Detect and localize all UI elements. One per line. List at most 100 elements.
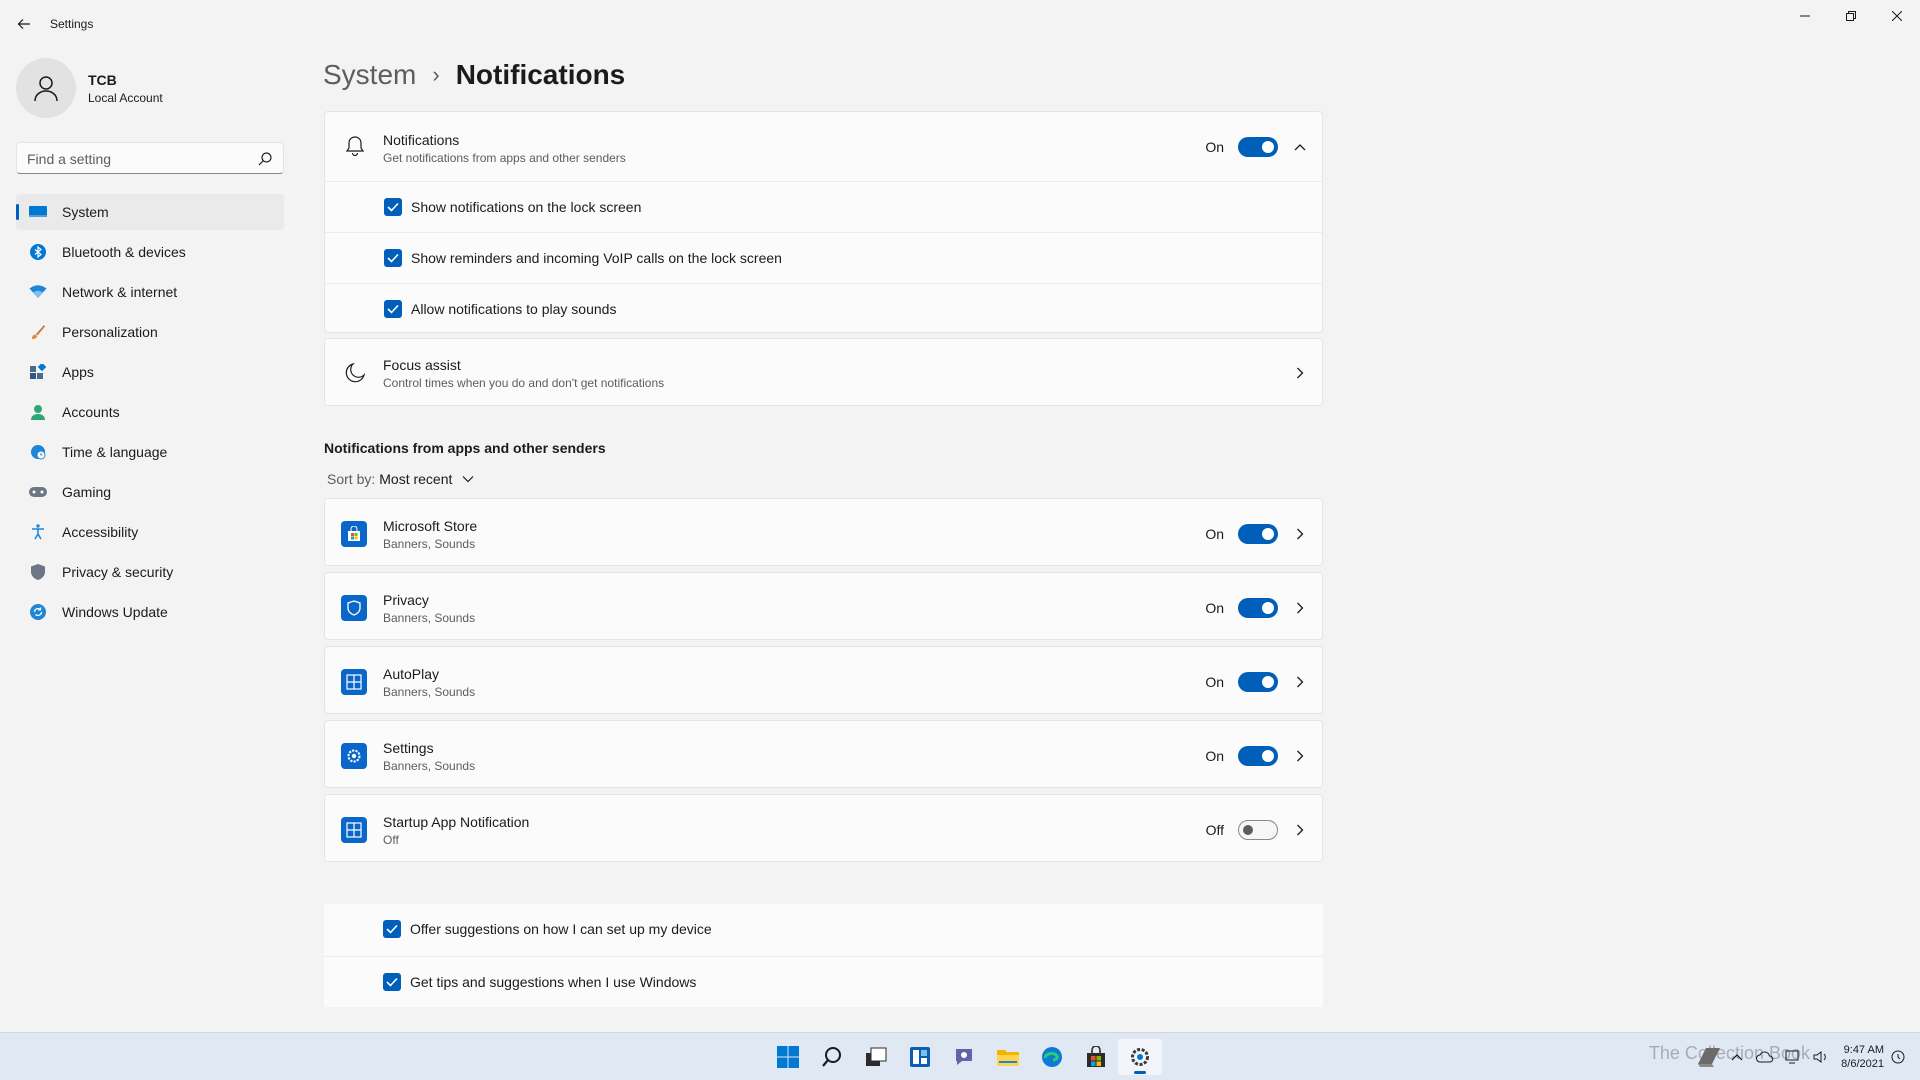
search-icon[interactable] (810, 1039, 854, 1075)
title-bar: Settings (0, 0, 1920, 48)
chevron-right-icon[interactable] (1292, 748, 1308, 764)
sidebar-item-time-language[interactable]: Time & language (16, 434, 284, 470)
file-explorer-icon[interactable] (986, 1039, 1030, 1075)
app-title: Settings (50, 17, 94, 31)
app-name: Settings (383, 740, 434, 756)
chevron-up-icon[interactable] (1723, 1043, 1751, 1071)
sidebar-item-network[interactable]: Network & internet (16, 274, 284, 310)
sounds-checkbox[interactable] (384, 300, 402, 318)
sidebar-item-label: Accounts (62, 404, 120, 420)
sidebar-item-gaming[interactable]: Gaming (16, 474, 284, 510)
toggle-state-label: On (1205, 748, 1224, 764)
sidebar-item-accessibility[interactable]: Accessibility (16, 514, 284, 550)
sidebar-item-accounts[interactable]: Accounts (16, 394, 284, 430)
sidebar-item-label: Bluetooth & devices (62, 244, 186, 260)
edge-icon[interactable] (1030, 1039, 1074, 1075)
task-view-icon[interactable] (854, 1039, 898, 1075)
toggle-state-label: Off (1205, 822, 1224, 838)
chevron-right-icon[interactable] (1292, 674, 1308, 690)
back-button[interactable] (10, 12, 38, 36)
clock[interactable]: 9:47 AM 8/6/2021 (1841, 1043, 1884, 1071)
app-name: Microsoft Store (383, 518, 478, 534)
notification-center-icon[interactable] (1884, 1043, 1912, 1071)
app-detail: Banners, Sounds (383, 537, 476, 551)
app-notification-row[interactable]: AutoPlay Banners, Sounds On (324, 646, 1323, 714)
chevron-right-icon[interactable] (1292, 526, 1308, 542)
settings-icon[interactable] (1118, 1039, 1162, 1075)
store-icon[interactable] (1074, 1039, 1118, 1075)
sidebar-item-privacy[interactable]: Privacy & security (16, 554, 284, 590)
volume-icon[interactable] (1807, 1043, 1835, 1071)
sidebar-item-windows-update[interactable]: Windows Update (16, 594, 284, 630)
voip-calls-checkbox[interactable] (384, 249, 402, 267)
checkbox-label: Show notifications on the lock screen (411, 199, 642, 215)
cloud-icon[interactable] (1751, 1043, 1779, 1071)
lock-screen-checkbox[interactable] (384, 198, 402, 216)
taskbar-apps (766, 1039, 1162, 1075)
toggle-state-label: On (1205, 674, 1224, 690)
sidebar-item-bluetooth[interactable]: Bluetooth & devices (16, 234, 284, 270)
autoplay-icon (341, 669, 367, 695)
focus-assist-card[interactable]: Focus assist Control times when you do a… (324, 338, 1323, 406)
sidebar-nav: System Bluetooth & devices Network & int… (16, 194, 284, 634)
chat-icon[interactable] (942, 1039, 986, 1075)
focus-assist-title: Focus assist (383, 357, 461, 373)
section-title: Notifications from apps and other sender… (324, 440, 606, 456)
sidebar-item-system[interactable]: System (16, 194, 284, 230)
app-detail: Banners, Sounds (383, 611, 476, 625)
checkbox-row[interactable]: Show notifications on the lock screen (325, 181, 1322, 231)
close-button[interactable] (1874, 0, 1920, 32)
checkbox-label: Allow notifications to play sounds (411, 301, 617, 317)
sort-dropdown[interactable]: Sort by: Most recent (327, 471, 474, 487)
app-notification-row[interactable]: Startup App Notification Off Off (324, 794, 1323, 862)
update-icon (28, 602, 48, 622)
chevron-right-icon[interactable] (1292, 600, 1308, 616)
search-icon[interactable] (257, 151, 273, 167)
chevron-right-icon[interactable] (1292, 365, 1308, 381)
widgets-icon[interactable] (898, 1039, 942, 1075)
search-input[interactable] (27, 149, 247, 169)
app-notification-row[interactable]: Settings Banners, Sounds On (324, 720, 1323, 788)
sort-label: Sort by: (327, 471, 376, 487)
checkbox-label: Get tips and suggestions when I use Wind… (410, 974, 697, 990)
profile-name: TCB (88, 72, 117, 88)
sidebar-item-label: Time & language (62, 444, 168, 460)
sidebar-item-apps[interactable]: Apps (16, 354, 284, 390)
user-profile[interactable]: TCB Local Account (16, 58, 286, 118)
app-toggle[interactable] (1238, 524, 1278, 544)
checkbox-row[interactable]: Show reminders and incoming VoIP calls o… (325, 232, 1322, 282)
notifications-header[interactable]: Notifications Get notifications from app… (325, 112, 1322, 181)
start-icon[interactable] (766, 1039, 810, 1075)
minimize-button[interactable] (1782, 0, 1828, 32)
network-icon[interactable] (1779, 1043, 1807, 1071)
restore-button[interactable] (1828, 0, 1874, 32)
sidebar-item-label: Network & internet (62, 284, 178, 300)
app-toggle[interactable] (1238, 598, 1278, 618)
checkbox-label: Offer suggestions on how I can set up my… (410, 921, 712, 937)
checkbox-row[interactable]: Offer suggestions on how I can set up my… (324, 904, 1323, 954)
user-icon (34, 76, 58, 102)
chevron-right-icon[interactable] (1292, 822, 1308, 838)
breadcrumb-parent[interactable]: System (323, 59, 416, 91)
app-toggle[interactable] (1238, 672, 1278, 692)
app-toggle[interactable] (1238, 746, 1278, 766)
setup-suggestions-checkbox[interactable] (383, 920, 401, 938)
search-box[interactable] (16, 142, 284, 174)
checkbox-row[interactable]: Get tips and suggestions when I use Wind… (324, 956, 1323, 1006)
app-notification-row[interactable]: Privacy Banners, Sounds On (324, 572, 1323, 640)
app-notification-row[interactable]: Microsoft Store Banners, Sounds On (324, 498, 1323, 566)
app-detail: Off (383, 833, 399, 847)
toggle-state-label: On (1205, 139, 1224, 155)
sidebar-item-label: Gaming (62, 484, 112, 500)
app-name: Privacy (383, 592, 429, 608)
back-arrow-icon (17, 19, 30, 29)
app-toggle[interactable] (1238, 820, 1278, 840)
moon-icon (343, 361, 367, 385)
sidebar-item-personalization[interactable]: Personalization (16, 314, 284, 350)
notifications-toggle[interactable] (1238, 137, 1278, 157)
tips-checkbox[interactable] (383, 973, 401, 991)
chevron-up-icon[interactable] (1292, 139, 1308, 155)
notifications-card: Notifications Get notifications from app… (324, 111, 1323, 333)
checkbox-row[interactable]: Allow notifications to play sounds (325, 283, 1322, 333)
app-detail: Banners, Sounds (383, 759, 476, 773)
